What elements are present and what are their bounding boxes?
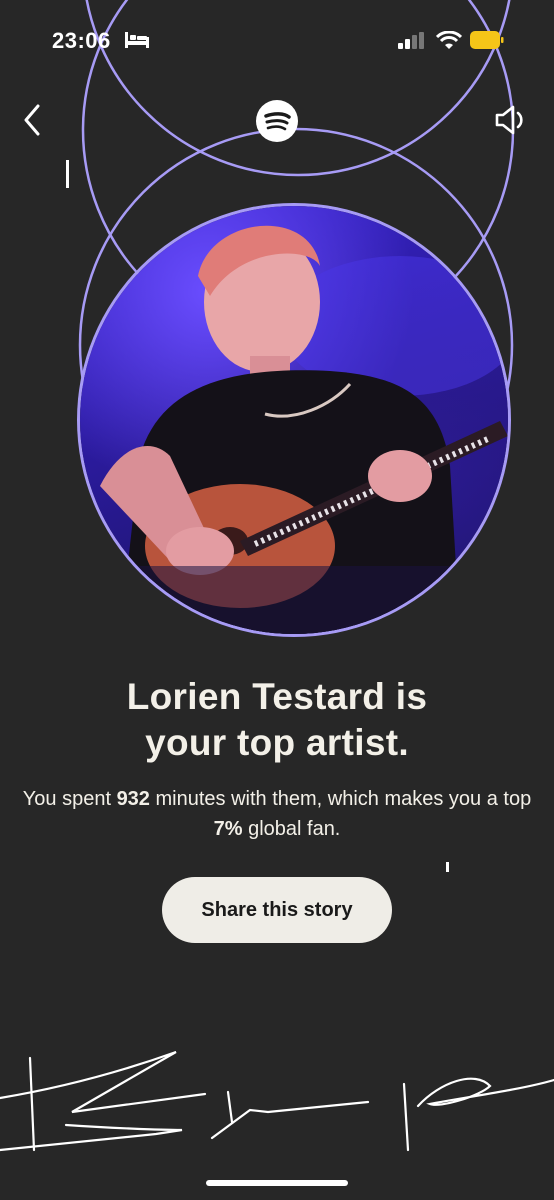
spotify-logo [256, 100, 298, 142]
signal-icon [398, 32, 424, 49]
speaker-icon[interactable] [489, 100, 529, 140]
signature-scribble [0, 1050, 554, 1152]
subtext-prefix: You spent [22, 788, 117, 810]
percent-value: 7% [213, 818, 243, 840]
decorative-tick [446, 862, 449, 872]
back-button[interactable] [18, 100, 48, 140]
headline-line-1: Lorien Testard is [126, 676, 428, 717]
subtext-middle: minutes with them, which makes you a top [149, 788, 532, 810]
home-indicator[interactable] [206, 1180, 348, 1186]
share-story-button[interactable]: Share this story [162, 877, 392, 943]
subtext-suffix: global fan. [242, 818, 341, 840]
wifi-icon [436, 31, 462, 49]
story-progress-indicator [66, 160, 69, 188]
minutes-value: 932 [116, 788, 150, 810]
battery-icon [470, 31, 504, 49]
bed-icon [125, 32, 149, 48]
status-time: 23:06 [52, 28, 111, 53]
status-bar: 23:06 [0, 0, 554, 86]
story-subtext: You spent 932 minutes with them, which m… [20, 784, 534, 844]
headline-line-2: your top artist. [145, 722, 409, 763]
story-headline: Lorien Testard is your top artist. [0, 674, 554, 766]
artist-photo [80, 206, 508, 634]
